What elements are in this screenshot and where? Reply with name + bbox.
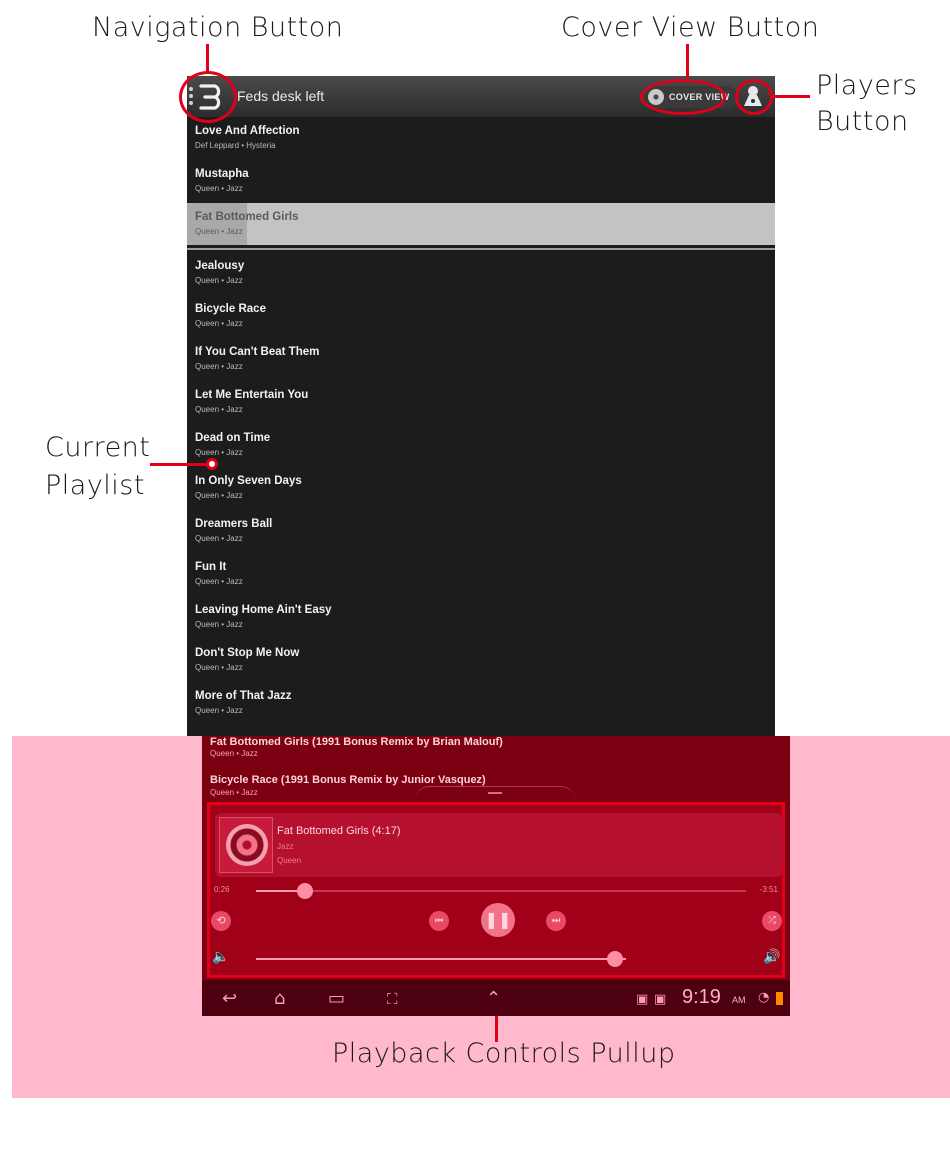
app-screen: Feds desk left COVER VIEW Love And Affec… [187,76,775,736]
now-playing-artist: Queen [277,856,302,865]
track-subtitle: Queen • Jazz [195,620,243,629]
playlist-item[interactable]: Dreamers Ball Queen • Jazz [187,510,775,552]
track-subtitle: Queen • Jazz [195,184,243,193]
playlist-item[interactable]: In Only Seven Days Queen • Jazz [187,467,775,509]
battery-icon [776,992,783,1005]
shuffle-icon[interactable]: ⤮ [762,911,782,931]
track-title: Let Me Entertain You [195,389,309,401]
playlist-item-current[interactable]: Fat Bottomed Girls Queen • Jazz [187,203,775,245]
callout-playback: Playback Controls Pullup [332,1038,676,1069]
seek-thumb[interactable] [297,883,313,899]
track-title: Bicycle Race [195,303,266,315]
now-playing-title: Fat Bottomed Girls (4:17) [277,825,401,837]
repeat-icon[interactable]: ⟲ [211,911,231,931]
queue-track-title[interactable]: Fat Bottomed Girls (1991 Bonus Remix by … [210,736,503,748]
handle-grip-icon [488,792,502,794]
seek-track[interactable] [256,890,746,892]
track-title: Dreamers Ball [195,518,273,530]
callout-playlist-line1: Current [45,432,151,463]
volume-high-icon[interactable]: 🔊 [763,949,780,965]
status-ampm: AM [732,995,746,1005]
playlist-item[interactable]: Bicycle Race Queen • Jazz [187,295,775,337]
screenshot-icon[interactable]: ⛶ [387,990,398,1008]
playlist-item[interactable]: Leaving Home Ain't Easy Queen • Jazz [187,596,775,638]
elapsed-time: 0:26 [214,885,230,894]
chevron-up-icon[interactable]: ⌃ [486,988,501,1009]
track-title: If You Can't Beat Them [195,346,320,358]
queue-track-title[interactable]: Bicycle Race (1991 Bonus Remix by Junior… [210,774,486,786]
next-icon[interactable]: ⏭ [546,911,566,931]
recent-apps-icon[interactable]: ▭ [328,988,345,1009]
callout-line-navigation [206,44,209,72]
current-divider [187,248,775,250]
status-clock: 9:19 [682,986,721,1008]
now-playing-card[interactable]: Fat Bottomed Girls (4:17) Jazz Queen [215,813,783,877]
callout-players-line2: Button [816,106,909,137]
track-title: Mustapha [195,168,249,180]
track-subtitle: Def Leppard • Hysteria [195,141,276,150]
callout-line-playlist [150,463,208,466]
callout-line-cover-view [686,44,689,78]
playlist-item[interactable]: Fun It Queen • Jazz [187,553,775,595]
zone-title: Feds desk left [237,88,325,104]
gallery-icon: ▣ [636,992,649,1007]
track-subtitle: Queen • Jazz [195,362,243,371]
callout-players-line1: Players [816,70,918,101]
track-progress-fill [187,203,247,245]
track-subtitle: Queen • Jazz [195,448,243,457]
track-subtitle: Queen • Jazz [195,663,243,672]
callout-dot-playlist [206,458,218,470]
callout-line-players [772,95,810,98]
track-subtitle: Queen • Jazz [195,319,243,328]
playlist-item[interactable]: Let Me Entertain You Queen • Jazz [187,381,775,423]
queue-track-subtitle: Queen • Jazz [210,749,258,758]
track-subtitle: Queen • Jazz [195,491,243,500]
track-title: Don't Stop Me Now [195,647,300,659]
store-icon: ▣ [654,992,667,1007]
track-title: Love And Affection [195,125,300,137]
playback-controls: Fat Bottomed Girls (4:17) Jazz Queen 0:2… [207,802,785,978]
remaining-time: -3:51 [759,885,778,894]
track-title: Fat Bottomed Girls [195,211,299,223]
callout-playlist-line2: Playlist [45,470,145,501]
playlist-item[interactable]: Dead on Time Queen • Jazz [187,424,775,466]
track-subtitle: Queen • Jazz [195,706,243,715]
playlist-item[interactable]: Love And Affection Def Leppard • Hysteri… [187,117,775,159]
playlist-item[interactable]: Jealousy Queen • Jazz [187,252,775,294]
callout-navigation: Navigation Button [92,12,344,43]
volume-track[interactable] [256,958,626,960]
pause-icon[interactable]: ❚❚ [481,903,515,937]
playlist-item[interactable]: If You Can't Beat Them Queen • Jazz [187,338,775,380]
callout-cover-view: Cover View Button [561,12,820,43]
track-title: Leaving Home Ain't Easy [195,604,332,616]
vinyl-icon [226,824,268,866]
track-title: Dead on Time [195,432,271,444]
playback-pullup: Fat Bottomed Girls (1991 Bonus Remix by … [202,736,790,1016]
track-subtitle: Queen • Jazz [195,227,243,236]
track-subtitle: Queen • Jazz [195,405,243,414]
wifi-icon: ◔ [758,990,770,1005]
playlist-item[interactable]: More of That Jazz Queen • Jazz [187,682,775,724]
track-subtitle: Queen • Jazz [195,276,243,285]
callout-ring-cover-view [640,79,726,115]
home-icon[interactable]: ⌂ [274,988,285,1009]
now-playing-album: Jazz [277,842,294,851]
android-system-bar: ↩ ⌂ ▭ ⛶ ⌃ ▣ ▣ 9:19 AM ◔ [202,980,790,1016]
track-subtitle: Queen • Jazz [195,534,243,543]
track-title: Fun It [195,561,227,573]
track-title: More of That Jazz [195,690,292,702]
previous-icon[interactable]: ⏮ [429,911,449,931]
playlist-item[interactable]: Mustapha Queen • Jazz [187,160,775,202]
queue-track-subtitle: Queen • Jazz [210,788,258,797]
back-icon[interactable]: ↩ [222,988,237,1009]
callout-ring-players [735,79,773,115]
track-subtitle: Queen • Jazz [195,577,243,586]
album-art [219,817,273,873]
track-title: Jealousy [195,260,245,272]
track-title: In Only Seven Days [195,475,302,487]
playlist-item[interactable]: Don't Stop Me Now Queen • Jazz [187,639,775,681]
volume-low-icon[interactable]: 🔈 [212,949,229,965]
callout-ring-navigation [179,71,237,123]
volume-thumb[interactable] [606,951,623,967]
